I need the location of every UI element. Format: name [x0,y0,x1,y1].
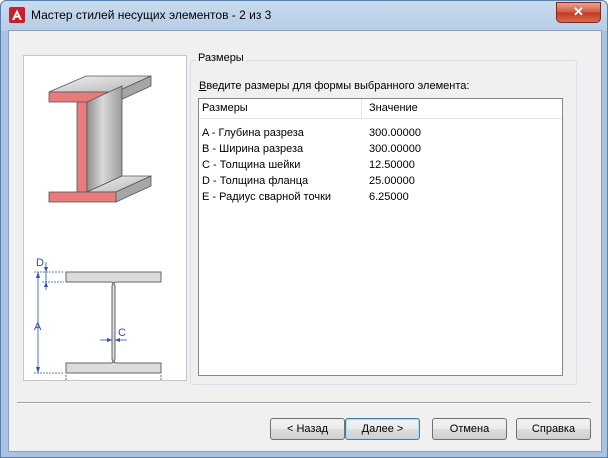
table-row[interactable]: B - Ширина разреза 300.00000 [199,142,562,158]
row-value[interactable]: 300.00000 [369,143,421,155]
row-value[interactable]: 25.00000 [369,175,415,187]
column-header-name[interactable]: Размеры [202,102,248,114]
row-value[interactable]: 300.00000 [369,127,421,139]
footer-divider [17,402,591,404]
help-button[interactable]: Справка [516,418,591,440]
table-row[interactable]: D - Толщина фланца 25.00000 [199,174,562,190]
column-separator[interactable] [361,99,362,118]
row-name: D - Толщина фланца [202,175,309,187]
back-button[interactable]: < Назад [270,418,345,440]
diagram-label-c: C [118,327,126,339]
close-button[interactable]: ✕ [556,2,601,23]
cancel-button[interactable]: Отмена [432,418,507,440]
title-bar[interactable]: Мастер стилей несущих элементов - 2 из 3… [1,1,607,29]
table-row[interactable]: A - Глубина разреза 300.00000 [199,126,562,142]
table-row[interactable]: C - Толщина шейки 12.50000 [199,158,562,174]
i-beam-3d-illustration [48,75,152,203]
diagram-label-d: D [36,257,44,269]
diagram-label-a: A [34,321,42,333]
instruction-rest: ведите размеры для формы выбранного элем… [206,80,470,92]
window-title: Мастер стилей несущих элементов - 2 из 3 [31,8,272,22]
column-header-value[interactable]: Значение [369,102,418,114]
i-beam-dimension-diagram: A B C D [34,257,162,380]
row-name: C - Толщина шейки [202,159,301,171]
row-value[interactable]: 12.50000 [369,159,415,171]
shape-preview-panel: A B C D [23,55,187,381]
table-header: Размеры Значение [199,99,562,119]
row-value[interactable]: 6.25000 [369,191,409,203]
instruction-text: Введите размеры для формы выбранного эле… [199,80,469,92]
wizard-window: Мастер стилей несущих элементов - 2 из 3… [0,0,608,458]
dimensions-group-title: Размеры [196,52,246,64]
row-name: B - Ширина разреза [202,143,304,155]
autocad-app-icon [9,7,25,23]
next-button[interactable]: Далее > [345,418,420,440]
dialog-body: A B C D Размеры Введите размеры для форм… [8,30,602,452]
close-icon: ✕ [573,4,584,19]
row-name: E - Радиус сварной точки [202,191,332,203]
table-row[interactable]: E - Радиус сварной точки 6.25000 [199,190,562,206]
row-name: A - Глубина разреза [202,127,304,139]
dimensions-table[interactable]: Размеры Значение A - Глубина разреза 300… [198,98,563,376]
